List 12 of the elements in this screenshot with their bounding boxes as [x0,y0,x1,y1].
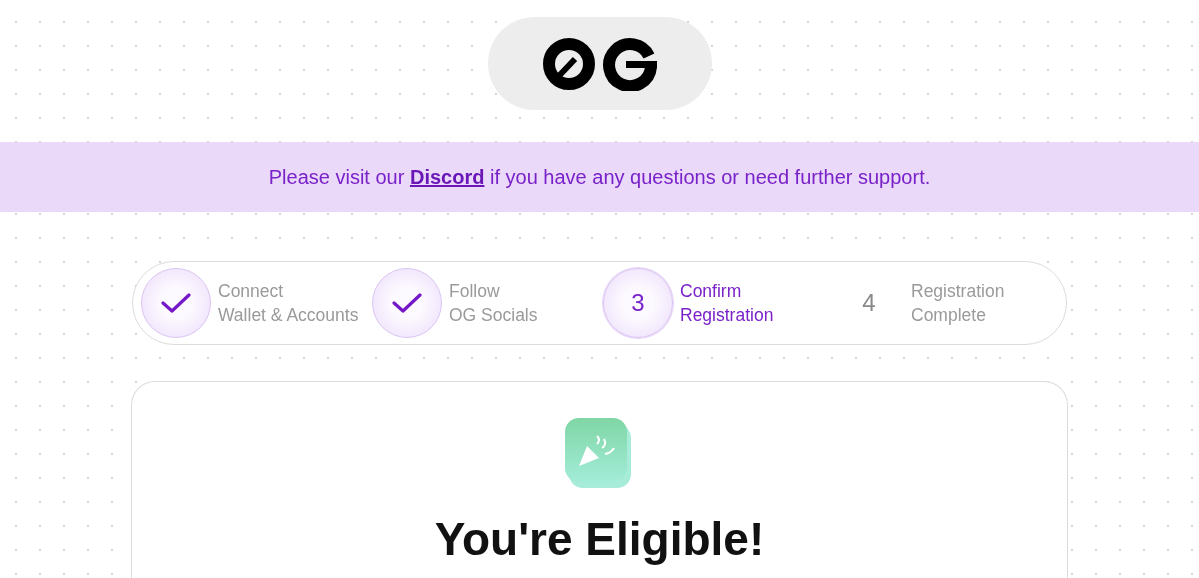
step-label: Follow OG Socials [449,280,538,327]
discord-link[interactable]: Discord [409,165,485,188]
step-number: 4 [861,288,877,318]
support-message: Please visit our Discord if you have any questions or need further support. [268,165,931,189]
step-label: Connect Wallet & Accounts [218,280,359,327]
step-label: Registration Complete [911,280,1005,327]
step-label: Confirm Registration [680,280,774,327]
eligibility-title: You're Eligible! [434,512,765,566]
check-icon [392,292,422,314]
check-icon [161,292,191,314]
logo-icon [541,36,658,91]
step-number: 3 [603,268,673,338]
